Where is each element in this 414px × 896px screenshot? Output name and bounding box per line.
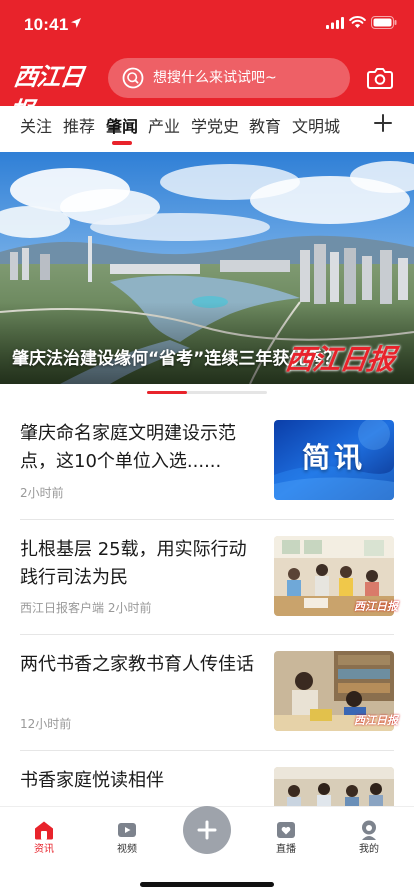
tab-zhaowen[interactable]: 肇闻 — [106, 116, 138, 138]
app-logo[interactable]: 西江日报 — [7, 60, 101, 125]
active-tab-indicator — [112, 141, 132, 145]
nav-news-label: 资讯 — [34, 844, 54, 855]
list-divider — [20, 519, 394, 520]
camera-scan-icon[interactable] — [367, 66, 393, 90]
tab-party-history[interactable]: 学党史 — [191, 116, 239, 138]
tab-civilized-city[interactable]: 文明城 — [292, 116, 340, 138]
nav-video-label: 视频 — [117, 844, 137, 855]
nav-video[interactable]: 视频 — [97, 807, 157, 863]
app-header: 10:41 西江日报 想搜什么来试试吧~ — [0, 0, 414, 125]
battery-icon — [371, 16, 397, 29]
news-title[interactable]: 两代书香之家教书育人传佳话 — [20, 651, 256, 679]
tab-education[interactable]: 教育 — [249, 116, 281, 138]
nav-profile[interactable]: 我的 — [339, 807, 399, 863]
carousel-indicator-active — [147, 391, 187, 394]
news-meta: 2小时前 — [20, 486, 64, 500]
nav-news[interactable]: 资讯 — [14, 807, 74, 863]
cellular-signal-icon — [326, 17, 344, 29]
status-time: 10:41 — [24, 15, 69, 34]
news-thumbnail[interactable] — [274, 767, 394, 807]
thumbnail-brief-label: 简讯 — [301, 441, 366, 474]
search-bar[interactable]: 想搜什么来试试吧~ — [108, 58, 350, 98]
nav-live[interactable]: 直播 — [256, 807, 316, 863]
tab-industry[interactable]: 产业 — [148, 116, 180, 138]
profile-icon — [362, 820, 376, 840]
family-photo — [274, 767, 394, 807]
list-divider — [20, 634, 394, 635]
location-arrow-icon — [71, 18, 81, 28]
news-title[interactable]: 肇庆命名家庭文明建设示范点，这10个单位入选...... — [20, 420, 256, 476]
news-title[interactable]: 书香家庭悦读相伴 — [20, 767, 256, 795]
home-icon — [35, 821, 53, 840]
plus-icon — [197, 820, 217, 840]
home-indicator — [140, 882, 274, 887]
news-title[interactable]: 扎根基层 25载，用实际行动践行司法为民 — [20, 536, 256, 592]
thumbnail-watermark: 西江日报 — [354, 600, 398, 613]
thumbnail-watermark: 西江日报 — [354, 714, 398, 727]
list-divider — [20, 750, 394, 751]
tab-recommend[interactable]: 推荐 — [63, 116, 95, 138]
live-icon — [277, 822, 295, 838]
channel-tabs: 关注 推荐 肇闻 产业 学党史 教育 文明城 — [0, 106, 414, 152]
wifi-icon — [349, 16, 366, 28]
status-bar: 10:41 — [0, 0, 414, 48]
nav-profile-label: 我的 — [359, 844, 379, 855]
publish-button[interactable] — [183, 806, 231, 854]
news-meta: 西江日报客户端 2小时前 — [20, 601, 152, 615]
nav-live-label: 直播 — [276, 844, 296, 855]
add-channel-icon[interactable] — [373, 113, 393, 133]
news-meta: 12小时前 — [20, 717, 72, 731]
tab-follow[interactable]: 关注 — [20, 116, 52, 138]
banner-watermark-logo: 西江日报 — [283, 343, 397, 376]
video-icon — [118, 823, 136, 837]
search-icon — [122, 67, 144, 89]
search-placeholder: 想搜什么来试试吧~ — [153, 70, 277, 86]
